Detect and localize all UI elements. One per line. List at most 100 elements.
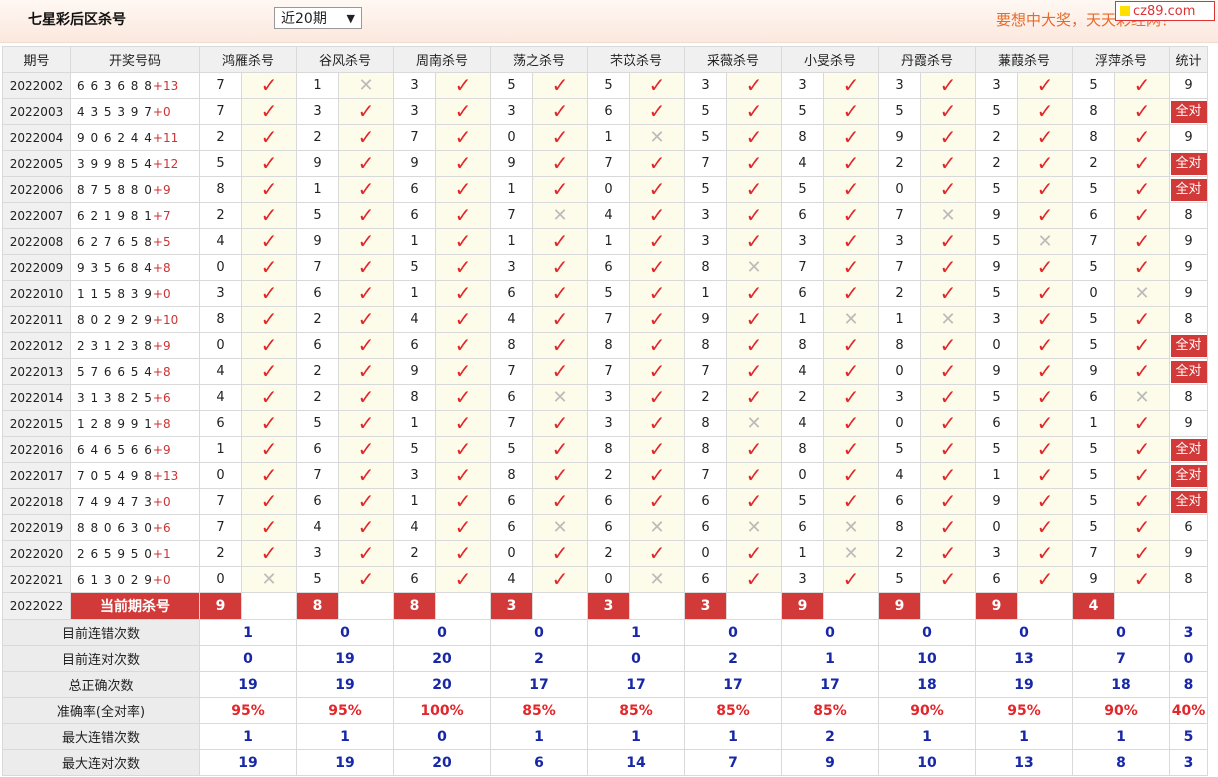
result-cell: ✓ bbox=[920, 124, 976, 151]
cross-icon: ✕ bbox=[358, 74, 374, 96]
result-cell: ✓ bbox=[435, 540, 491, 567]
draw-numbers: 8 0 2 9 2 9 bbox=[77, 312, 153, 327]
kill-number: 3 bbox=[296, 540, 339, 567]
result-cell: ✓ bbox=[241, 306, 297, 333]
logo-text: cz89.com bbox=[1133, 4, 1196, 19]
kill-number: 1 bbox=[393, 228, 436, 255]
kill-number: 7 bbox=[587, 358, 630, 385]
result-cell: ✓ bbox=[920, 98, 976, 125]
table-row: 2022003 4 3 5 3 9 7+0 7 ✓ 3 ✓ 3 ✓ 3 ✓ 6 ✓ 5 ✓ 5 ✓ 5 ✓ 5 ✓ 8 ✓… bbox=[2, 98, 1208, 125]
check-icon: ✓ bbox=[357, 255, 375, 279]
kill-number: 7 bbox=[296, 462, 339, 489]
result-cell: ✓ bbox=[435, 228, 491, 255]
draw-numbers: 5 7 6 6 5 4 bbox=[77, 364, 153, 379]
check-icon: ✓ bbox=[454, 229, 472, 253]
check-icon: ✓ bbox=[842, 73, 860, 97]
col-header-expert[interactable]: 蒹葭杀号 bbox=[975, 46, 1073, 73]
stat-cell: 全对 bbox=[1169, 150, 1208, 177]
kill-number: 7 bbox=[1072, 228, 1115, 255]
check-icon: ✓ bbox=[357, 359, 375, 383]
kill-number: 6 bbox=[199, 410, 242, 437]
col-header-expert[interactable]: 浮萍杀号 bbox=[1072, 46, 1170, 73]
check-icon: ✓ bbox=[939, 385, 957, 409]
kill-number: 3 bbox=[684, 202, 727, 229]
col-header-expert[interactable]: 荡之杀号 bbox=[490, 46, 588, 73]
kill-number: 3 bbox=[878, 72, 921, 99]
kill-number: 6 bbox=[975, 410, 1018, 437]
draw-numbers: 7 0 5 4 9 8 bbox=[77, 468, 153, 483]
result-cell: ✓ bbox=[1017, 98, 1073, 125]
result-cell: ✓ bbox=[338, 488, 394, 515]
kill-number: 0 bbox=[199, 332, 242, 359]
current-kill-number: 3 bbox=[684, 592, 727, 620]
result-cell: ✓ bbox=[823, 124, 879, 151]
draw-cell: 7 4 9 4 7 3+0 bbox=[70, 488, 200, 515]
stat-value: 2 bbox=[490, 645, 588, 672]
current-kill-number: 9 bbox=[781, 592, 824, 620]
stat-cell: 9 bbox=[1169, 410, 1208, 437]
stat-cell: 9 bbox=[1169, 228, 1208, 255]
result-cell: ✕ bbox=[532, 514, 588, 541]
result-cell: ✕ bbox=[823, 514, 879, 541]
kill-number: 2 bbox=[393, 540, 436, 567]
stat-count: 9 bbox=[1184, 260, 1193, 275]
check-icon: ✓ bbox=[551, 411, 569, 435]
result-cell: ✓ bbox=[1114, 72, 1170, 99]
col-header-stat: 统计 bbox=[1169, 46, 1208, 73]
result-cell: ✓ bbox=[435, 254, 491, 281]
issue-cell: 2022016 bbox=[2, 436, 71, 463]
check-icon: ✓ bbox=[648, 359, 666, 383]
check-icon: ✓ bbox=[1036, 515, 1054, 539]
stat-cell: 8 bbox=[1169, 306, 1208, 333]
draw-extra: +13 bbox=[152, 78, 179, 93]
col-header-expert[interactable]: 芣苡杀号 bbox=[587, 46, 685, 73]
result-cell: ✓ bbox=[920, 72, 976, 99]
kill-number: 7 bbox=[393, 124, 436, 151]
result-cell: ✓ bbox=[920, 176, 976, 203]
draw-numbers: 6 2 7 6 5 8 bbox=[77, 234, 153, 249]
col-header-expert[interactable]: 小旻杀号 bbox=[781, 46, 879, 73]
check-icon: ✓ bbox=[745, 463, 763, 487]
check-icon: ✓ bbox=[357, 229, 375, 253]
col-header-expert[interactable]: 鸿雁杀号 bbox=[199, 46, 297, 73]
result-cell: ✓ bbox=[629, 254, 685, 281]
result-cell: ✕ bbox=[1114, 384, 1170, 411]
period-select[interactable]: 近20期 ▼ bbox=[274, 7, 362, 29]
stat-count: 9 bbox=[1184, 546, 1193, 561]
stat-value: 1 bbox=[684, 723, 782, 750]
check-icon: ✓ bbox=[357, 437, 375, 461]
result-cell: ✓ bbox=[1114, 436, 1170, 463]
col-header-expert[interactable]: 周南杀号 bbox=[393, 46, 491, 73]
result-cell: ✓ bbox=[338, 358, 394, 385]
col-header-expert[interactable]: 丹霞杀号 bbox=[878, 46, 976, 73]
stat-total: 3 bbox=[1169, 619, 1208, 646]
stat-value: 0 bbox=[393, 619, 491, 646]
check-icon: ✓ bbox=[260, 463, 278, 487]
result-cell: ✓ bbox=[726, 358, 782, 385]
result-cell: ✓ bbox=[532, 540, 588, 567]
kill-number: 9 bbox=[684, 306, 727, 333]
check-icon: ✓ bbox=[551, 541, 569, 565]
kill-number: 9 bbox=[393, 150, 436, 177]
stat-value: 85% bbox=[684, 697, 782, 724]
col-header-expert[interactable]: 谷风杀号 bbox=[296, 46, 394, 73]
check-icon: ✓ bbox=[939, 567, 957, 591]
result-cell: ✓ bbox=[920, 228, 976, 255]
col-header-expert[interactable]: 采薇杀号 bbox=[684, 46, 782, 73]
check-icon: ✓ bbox=[454, 463, 472, 487]
kill-number: 6 bbox=[490, 488, 533, 515]
stat-value: 1 bbox=[490, 723, 588, 750]
check-icon: ✓ bbox=[1133, 463, 1151, 487]
draw-cell: 9 3 5 6 8 4+8 bbox=[70, 254, 200, 281]
draw-extra: +6 bbox=[152, 520, 171, 535]
result-cell: ✓ bbox=[1017, 436, 1073, 463]
site-logo[interactable]: cz89.com bbox=[1115, 1, 1215, 21]
draw-extra: +1 bbox=[152, 546, 171, 561]
kill-number: 5 bbox=[781, 488, 824, 515]
result-cell: ✓ bbox=[1017, 306, 1073, 333]
check-icon: ✓ bbox=[357, 203, 375, 227]
result-cell: ✓ bbox=[823, 488, 879, 515]
all-correct-badge: 全对 bbox=[1170, 464, 1207, 487]
kill-number: 6 bbox=[296, 280, 339, 307]
check-icon: ✓ bbox=[648, 333, 666, 357]
